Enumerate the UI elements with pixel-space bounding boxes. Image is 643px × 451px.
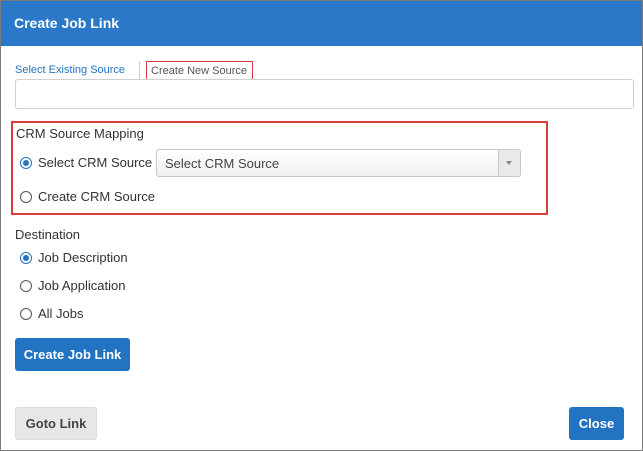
create-crm-source-option[interactable]: Create CRM Source <box>20 188 160 206</box>
dialog-header: Create Job Link <box>1 1 642 46</box>
create-crm-source-label: Create CRM Source <box>38 189 156 204</box>
crm-source-mapping-label: CRM Source Mapping <box>16 126 144 141</box>
crm-source-mapping-group: CRM Source Mapping Select CRM Source Sel… <box>11 121 548 215</box>
destination-label: Destination <box>15 227 81 242</box>
dialog-title: Create Job Link <box>14 15 120 31</box>
all-jobs-radio[interactable] <box>20 308 32 320</box>
job-description-radio[interactable] <box>20 252 32 264</box>
create-crm-source-radio[interactable] <box>20 191 32 203</box>
crm-source-dropdown[interactable]: Select CRM Source <box>156 149 521 177</box>
tab-select-existing-source[interactable]: Select Existing Source <box>15 64 125 76</box>
create-job-link-button[interactable]: Create Job Link <box>15 338 130 371</box>
tab-create-new-source[interactable]: Create New Source <box>146 61 253 80</box>
destination-option-all-jobs[interactable]: All Jobs <box>20 305 100 323</box>
crm-source-dropdown-value: Select CRM Source <box>165 156 280 171</box>
select-crm-source-label: Select CRM Source <box>38 155 153 170</box>
select-crm-source-radio[interactable] <box>20 157 32 169</box>
create-job-link-dialog: Create Job Link Select Existing Source C… <box>0 0 643 451</box>
job-application-label: Job Application <box>38 278 126 293</box>
job-application-radio[interactable] <box>20 280 32 292</box>
close-button[interactable]: Close <box>569 407 624 440</box>
job-description-label: Job Description <box>38 250 128 265</box>
destination-option-job-description[interactable]: Job Description <box>20 249 140 267</box>
source-name-input[interactable] <box>15 79 634 109</box>
chevron-down-icon[interactable] <box>498 150 520 176</box>
destination-option-job-application[interactable]: Job Application <box>20 277 140 295</box>
select-crm-source-option[interactable]: Select CRM Source <box>20 154 153 172</box>
tab-divider <box>139 61 140 79</box>
goto-link-button[interactable]: Goto Link <box>15 407 97 440</box>
all-jobs-label: All Jobs <box>38 306 84 321</box>
